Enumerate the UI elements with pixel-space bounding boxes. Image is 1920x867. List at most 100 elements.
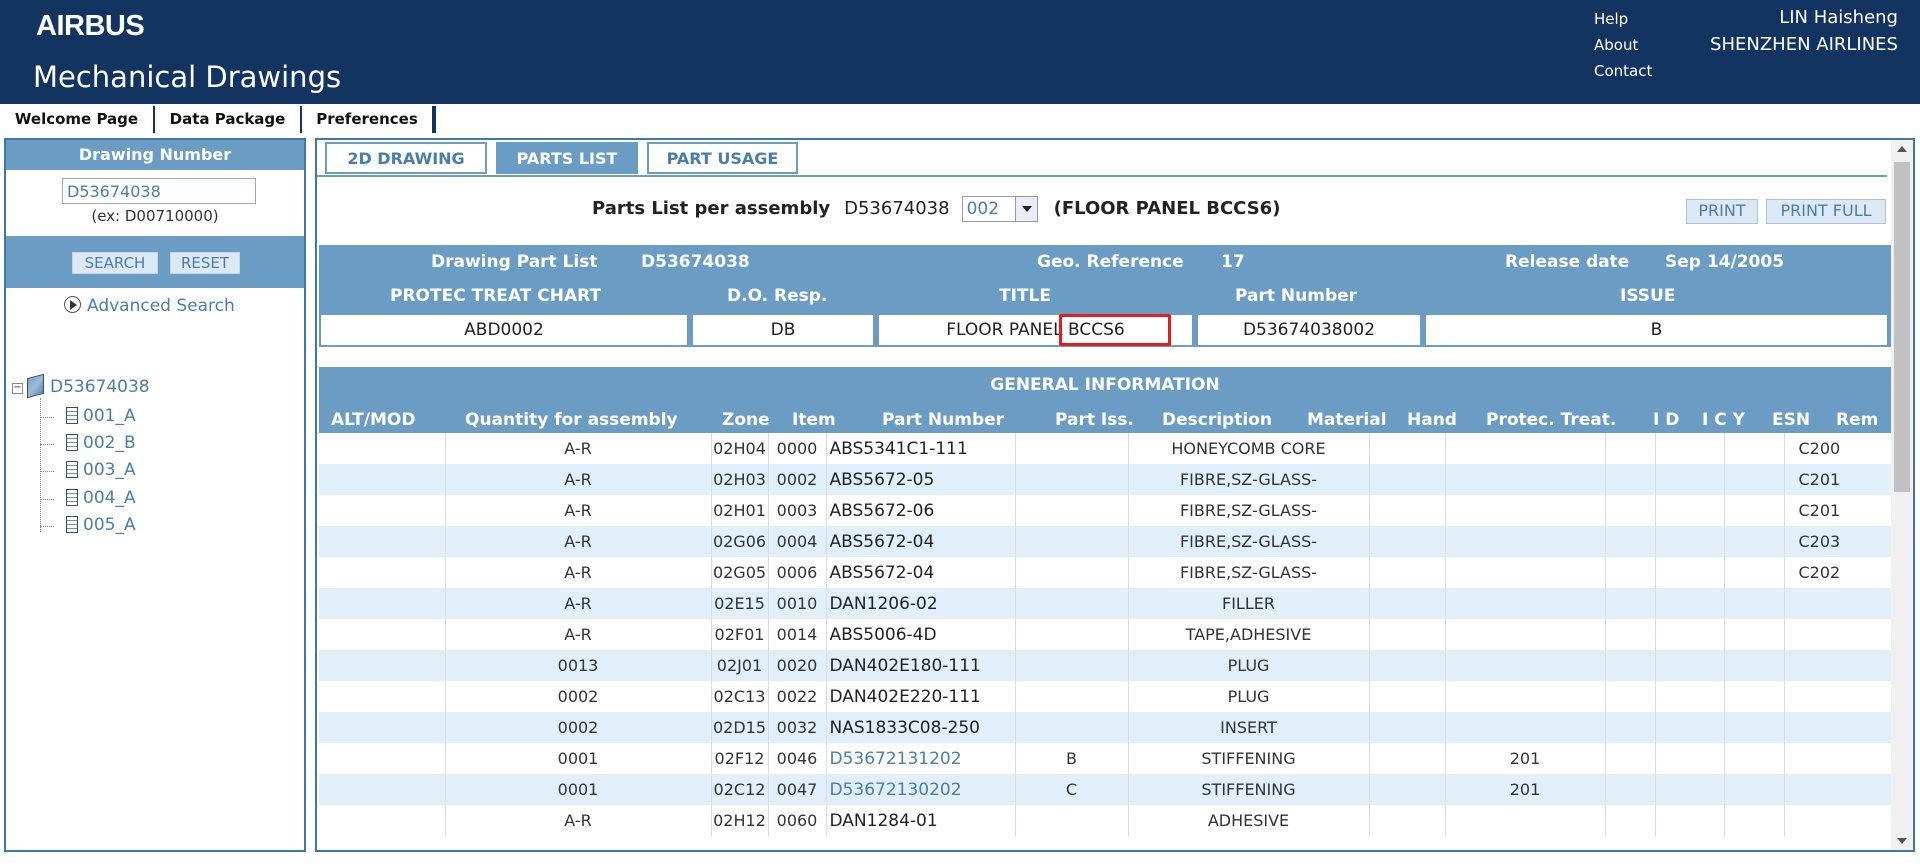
cell-quantity: A-R bbox=[445, 805, 712, 836]
cell-id bbox=[1605, 557, 1656, 588]
tree-item[interactable]: 004_A bbox=[40, 488, 136, 508]
cell-alt-mod bbox=[319, 557, 446, 588]
cell-alt-mod bbox=[319, 805, 446, 836]
cell-id bbox=[1605, 464, 1656, 495]
cell-quantity: 0001 bbox=[445, 774, 712, 805]
cell-zone: 02C13 bbox=[711, 681, 769, 712]
print-button[interactable]: PRINT bbox=[1686, 199, 1758, 224]
cell-description: TAPE,ADHESIVE bbox=[1128, 619, 1370, 650]
left-panel: Drawing Number (ex: D00710000) SEARCH RE… bbox=[4, 138, 306, 852]
col-protec-treat: Protec. Treat. bbox=[1486, 410, 1617, 430]
scroll-thumb[interactable] bbox=[1894, 162, 1910, 492]
cell-id bbox=[1605, 619, 1656, 650]
tree-item-label: 005_A bbox=[83, 515, 136, 535]
cell-icy bbox=[1655, 557, 1725, 588]
cell-item: 0010 bbox=[768, 588, 827, 619]
cell-rem bbox=[1784, 681, 1892, 712]
cell-zone: 02F01 bbox=[711, 619, 769, 650]
cell-item: 0014 bbox=[768, 619, 827, 650]
cell-hand bbox=[1369, 774, 1446, 805]
document-icon bbox=[66, 461, 78, 478]
tab-part-usage[interactable]: PART USAGE bbox=[647, 142, 798, 174]
cell-rem bbox=[1784, 619, 1892, 650]
tree-item[interactable]: 002_B bbox=[40, 433, 136, 453]
cell-part-number: DAN402E180-111 bbox=[826, 650, 1016, 681]
print-full-button[interactable]: PRINT FULL bbox=[1766, 199, 1886, 224]
do-resp-value: DB bbox=[693, 315, 873, 345]
cell-esn bbox=[1724, 588, 1785, 619]
release-date-label: Release date bbox=[1505, 252, 1630, 272]
assembly-title: (FLOOR PANEL BCCS6) bbox=[1053, 198, 1281, 219]
col-item: Item bbox=[792, 410, 836, 430]
variant-select[interactable]: 002 bbox=[961, 196, 1038, 222]
cell-zone: 02J01 bbox=[711, 650, 769, 681]
tree-root-label: D53674038 bbox=[50, 377, 150, 397]
cell-protec-treat bbox=[1445, 557, 1606, 588]
nav-data-package[interactable]: Data Package bbox=[155, 106, 302, 133]
table-row: A-R 02G05 0006 ABS5672-04 FIBRE,SZ-GLASS- C20… bbox=[319, 557, 1892, 588]
cell-quantity: 0013 bbox=[445, 650, 712, 681]
cell-protec-treat bbox=[1445, 526, 1606, 557]
nav-welcome-page[interactable]: Welcome Page bbox=[0, 106, 155, 133]
cell-esn bbox=[1724, 619, 1785, 650]
cell-part-number[interactable]: D53672131202 bbox=[826, 743, 1016, 774]
cell-hand bbox=[1369, 712, 1446, 743]
cell-id bbox=[1605, 433, 1656, 464]
parts-table-body: A-R 02H04 0000 ABS5341C1-111 HONEYCOMB CORE C… bbox=[319, 433, 1892, 836]
cell-part-number: ABS5341C1-111 bbox=[826, 433, 1016, 464]
contact-link[interactable]: Contact bbox=[1594, 58, 1652, 84]
tree-item[interactable]: 005_A bbox=[40, 515, 136, 535]
tree-item[interactable]: 003_A bbox=[40, 460, 136, 480]
cell-icy bbox=[1655, 743, 1725, 774]
cell-part-iss bbox=[1015, 805, 1129, 836]
cell-part-number[interactable]: D53672130202 bbox=[826, 774, 1016, 805]
cell-hand bbox=[1369, 588, 1446, 619]
tree-item[interactable]: 001_A bbox=[40, 406, 136, 426]
about-link[interactable]: About bbox=[1594, 32, 1652, 58]
search-button[interactable]: SEARCH bbox=[72, 252, 158, 274]
cell-hand bbox=[1369, 650, 1446, 681]
col-description: Description bbox=[1162, 410, 1272, 430]
chevron-down-icon[interactable] bbox=[1014, 197, 1037, 221]
reset-button[interactable]: RESET bbox=[170, 252, 240, 274]
drawing-number-input[interactable] bbox=[62, 178, 256, 204]
airline-name: SHENZHEN AIRLINES bbox=[1710, 34, 1898, 55]
release-date-value: Sep 14/2005 bbox=[1665, 252, 1785, 272]
cell-esn bbox=[1724, 805, 1785, 836]
cell-alt-mod bbox=[319, 619, 446, 650]
scroll-down-icon[interactable] bbox=[1891, 832, 1913, 850]
cell-description: FILLER bbox=[1128, 588, 1370, 619]
scroll-up-icon[interactable] bbox=[1891, 140, 1913, 158]
cell-part-number: ABS5672-06 bbox=[826, 495, 1016, 526]
cell-icy bbox=[1655, 650, 1725, 681]
help-link[interactable]: Help bbox=[1594, 6, 1652, 32]
cell-id bbox=[1605, 712, 1656, 743]
cell-protec-treat bbox=[1445, 495, 1606, 526]
cell-description: FIBRE,SZ-GLASS- bbox=[1128, 526, 1370, 557]
nav-preferences[interactable]: Preferences bbox=[302, 106, 434, 133]
cell-alt-mod bbox=[319, 588, 446, 619]
cell-item: 0032 bbox=[768, 712, 827, 743]
cell-item: 0022 bbox=[768, 681, 827, 712]
advanced-search-link[interactable]: Advanced Search bbox=[64, 296, 235, 316]
cell-quantity: 0002 bbox=[445, 681, 712, 712]
cell-description: FIBRE,SZ-GLASS- bbox=[1128, 464, 1370, 495]
cell-zone: 02C12 bbox=[711, 774, 769, 805]
cell-part-iss bbox=[1015, 712, 1129, 743]
cell-alt-mod bbox=[319, 681, 446, 712]
tab-2d-drawing[interactable]: 2D DRAWING bbox=[325, 142, 487, 174]
collapse-icon[interactable]: − bbox=[12, 383, 23, 394]
cell-quantity: A-R bbox=[445, 588, 712, 619]
cell-part-iss bbox=[1015, 495, 1129, 526]
cell-zone: 02H04 bbox=[711, 433, 769, 464]
tree-item-label: 003_A bbox=[83, 460, 136, 480]
vertical-scrollbar[interactable] bbox=[1891, 140, 1913, 850]
cell-description: FIBRE,SZ-GLASS- bbox=[1128, 557, 1370, 588]
tree-root[interactable]: − D53674038 bbox=[12, 373, 150, 399]
cell-hand bbox=[1369, 464, 1446, 495]
tab-parts-list[interactable]: PARTS LIST bbox=[496, 142, 638, 174]
col-alt-mod: ALT/MOD bbox=[331, 410, 416, 430]
cell-id bbox=[1605, 650, 1656, 681]
cell-description: INSERT bbox=[1128, 712, 1370, 743]
protec-treat-chart-heading: PROTEC TREAT CHART bbox=[390, 286, 602, 306]
